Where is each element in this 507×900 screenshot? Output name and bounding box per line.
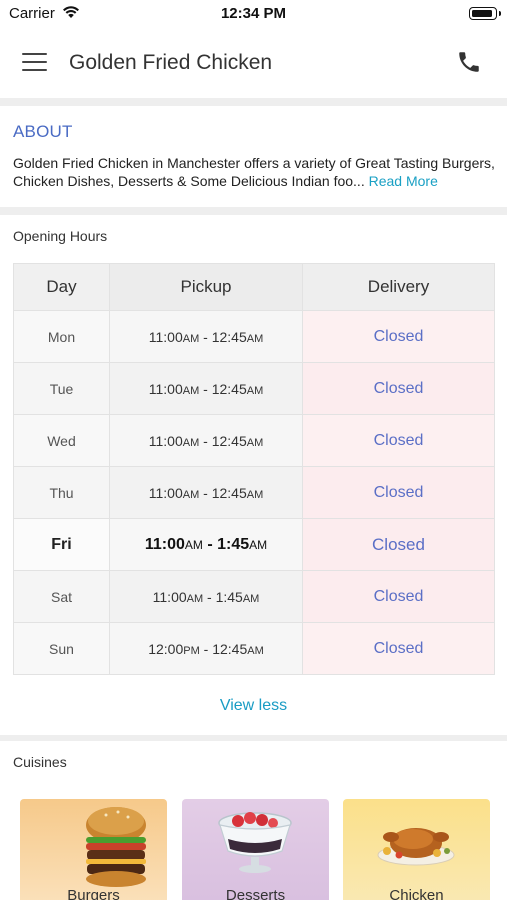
open-ampm: AM xyxy=(184,537,203,552)
hours-row: Wed 11:00AM - 12:45AM Closed xyxy=(13,414,495,467)
open-ampm: PM xyxy=(183,644,200,657)
open-time: 11:00 xyxy=(148,380,183,397)
hours-row: Fri 11:00AM - 1:45AM Closed xyxy=(13,518,495,571)
open-time: 11:00 xyxy=(152,588,187,605)
hours-row: Mon 11:00AM - 12:45AM Closed xyxy=(13,310,495,363)
read-more-link[interactable]: Read More xyxy=(369,173,438,189)
close-time: 12:45 xyxy=(211,380,247,397)
open-ampm: AM xyxy=(182,436,200,449)
cuisine-label: Burgers xyxy=(67,887,120,900)
section-divider xyxy=(0,98,507,106)
restaurant-title: Golden Fried Chicken xyxy=(69,51,273,74)
delivery-status-cell: Closed xyxy=(302,362,495,415)
close-ampm: AM xyxy=(246,332,264,345)
open-ampm: AM xyxy=(182,488,200,501)
battery-icon xyxy=(469,7,501,20)
open-ampm: AM xyxy=(186,592,204,605)
opening-hours-table: Day Pickup Delivery Mon 11:00AM - 12:45AM… xyxy=(13,263,495,675)
delivery-status-cell: Closed xyxy=(302,310,495,363)
pickup-hours-cell: 11:00AM - 12:45AM xyxy=(109,414,303,467)
close-time: 12:45 xyxy=(211,432,247,449)
delivery-status-cell: Closed xyxy=(302,570,495,623)
close-time: 1:45 xyxy=(215,588,243,605)
cuisine-label: Desserts xyxy=(225,887,286,900)
day-cell: Fri xyxy=(13,518,110,571)
day-cell: Sun xyxy=(13,622,110,675)
column-header-day: Day xyxy=(13,263,110,311)
close-ampm: AM xyxy=(246,488,264,501)
open-ampm: AM xyxy=(182,384,200,397)
open-time: 11:00 xyxy=(148,484,183,501)
cuisine-card-burgers[interactable]: Burgers xyxy=(20,799,167,900)
delivery-status-cell: Closed xyxy=(302,518,495,571)
day-cell: Tue xyxy=(13,362,110,415)
burger-icon xyxy=(86,807,146,887)
roast-chicken-icon xyxy=(377,828,455,866)
cuisines-title: Cuisines xyxy=(13,754,67,770)
status-bar: Carrier 12:34 PM xyxy=(0,0,507,30)
section-divider xyxy=(0,207,507,215)
delivery-status-cell: Closed xyxy=(302,466,495,519)
column-header-delivery: Delivery xyxy=(302,263,495,311)
day-cell: Sat xyxy=(13,570,110,623)
pickup-hours-cell: 11:00AM - 12:45AM xyxy=(109,310,303,363)
hours-row: Sat 11:00AM - 1:45AM Closed xyxy=(13,570,495,623)
status-time: 12:34 PM xyxy=(220,5,287,22)
open-time: 12:00 xyxy=(148,640,184,657)
hours-row: Thu 11:00AM - 12:45AM Closed xyxy=(13,466,495,519)
close-time: 12:45 xyxy=(211,484,247,501)
time-separator: - xyxy=(203,588,216,605)
open-time: 11:00 xyxy=(148,328,183,345)
phone-icon[interactable] xyxy=(456,49,482,75)
close-time: 12:45 xyxy=(211,328,247,345)
hours-row: Sun 12:00PM - 12:45AM Closed xyxy=(13,622,495,675)
cuisine-card-chicken[interactable]: Chicken xyxy=(343,799,490,900)
day-cell: Mon xyxy=(13,310,110,363)
hours-row: Tue 11:00AM - 12:45AM Closed xyxy=(13,362,495,415)
time-separator: - xyxy=(199,432,212,449)
pickup-hours-cell: 11:00AM - 1:45AM xyxy=(109,570,303,623)
time-separator: - xyxy=(199,328,212,345)
dessert-bowl-icon xyxy=(218,812,292,873)
about-title: ABOUT xyxy=(13,122,73,141)
navigation-bar: Golden Fried Chicken xyxy=(0,30,507,98)
column-header-pickup: Pickup xyxy=(109,263,303,311)
time-separator: - xyxy=(199,640,213,657)
day-cell: Wed xyxy=(13,414,110,467)
time-separator: - xyxy=(199,380,212,397)
time-separator: - xyxy=(199,484,212,501)
close-time: 1:45 xyxy=(217,535,250,553)
table-header-row: Day Pickup Delivery xyxy=(13,263,495,311)
opening-hours-title: Opening Hours xyxy=(13,228,108,244)
close-ampm: AM xyxy=(247,644,264,657)
pickup-hours-cell: 11:00AM - 12:45AM xyxy=(109,362,303,415)
pickup-hours-cell: 11:00AM - 1:45AM xyxy=(109,518,303,571)
open-time: 11:00 xyxy=(148,432,183,449)
day-cell: Thu xyxy=(13,466,110,519)
section-divider xyxy=(0,735,507,741)
delivery-status-cell: Closed xyxy=(302,414,495,467)
hamburger-menu-icon[interactable] xyxy=(22,53,47,71)
cuisine-label: Chicken xyxy=(389,887,444,900)
close-ampm: AM xyxy=(246,436,264,449)
view-less-link[interactable]: View less xyxy=(0,697,507,715)
about-section: ABOUT Golden Fried Chicken in Manchester… xyxy=(0,110,507,205)
close-ampm: AM xyxy=(249,537,268,552)
close-ampm: AM xyxy=(242,592,260,605)
about-description: Golden Fried Chicken in Manchester offer… xyxy=(13,154,501,190)
open-ampm: AM xyxy=(182,332,200,345)
open-time: 11:00 xyxy=(144,535,185,553)
close-time: 12:45 xyxy=(212,640,248,657)
delivery-status-cell: Closed xyxy=(302,622,495,675)
close-ampm: AM xyxy=(246,384,264,397)
pickup-hours-cell: 12:00PM - 12:45AM xyxy=(109,622,303,675)
cuisine-card-desserts[interactable]: Desserts xyxy=(182,799,329,900)
pickup-hours-cell: 11:00AM - 12:45AM xyxy=(109,466,303,519)
time-separator: - xyxy=(202,535,218,553)
